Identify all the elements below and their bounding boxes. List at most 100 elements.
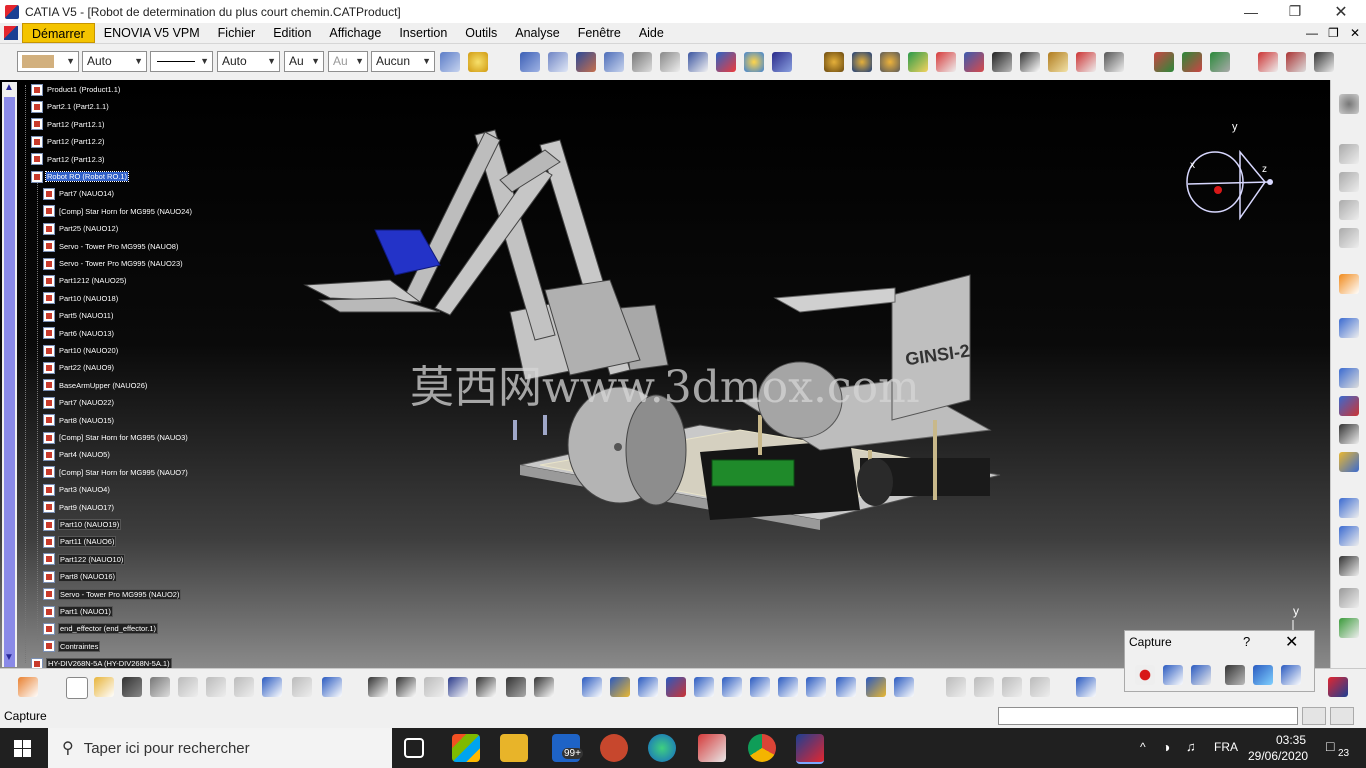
- catia-taskbar-icon[interactable]: [796, 734, 824, 764]
- list-icon[interactable]: [534, 677, 554, 697]
- formula-icon[interactable]: [368, 677, 388, 697]
- paste-special-icon[interactable]: [1030, 677, 1050, 697]
- minimize-button[interactable]: —: [1228, 0, 1274, 23]
- linetype-combo[interactable]: ▼: [150, 51, 213, 72]
- tree-node[interactable]: Part10 (NAUO18): [43, 291, 119, 306]
- open-folder-icon[interactable]: [94, 677, 114, 697]
- trace-icon[interactable]: [1020, 52, 1040, 72]
- tree-node[interactable]: Servo - Tower Pro MG995 (NAUO8): [43, 239, 179, 254]
- document-icon[interactable]: [4, 26, 18, 40]
- tree-node[interactable]: Part122 (NAUO10): [43, 552, 126, 567]
- pan-icon[interactable]: [638, 677, 658, 697]
- doc-minimize-button[interactable]: —: [1306, 26, 1318, 40]
- product-icon[interactable]: [548, 52, 568, 72]
- tree-node[interactable]: Part2.1 (Part2.1.1): [31, 99, 110, 114]
- workbench-icon[interactable]: [1076, 677, 1096, 697]
- redo-icon[interactable]: [292, 677, 312, 697]
- help-icon[interactable]: [322, 677, 342, 697]
- command-button-2[interactable]: [1330, 707, 1354, 725]
- tree-node[interactable]: Part8 (NAUO16): [43, 569, 118, 584]
- store-icon[interactable]: [452, 734, 480, 762]
- component-icon[interactable]: [576, 52, 596, 72]
- gear-icon[interactable]: [824, 52, 844, 72]
- tree-node[interactable]: Part7 (NAUO22): [43, 395, 115, 410]
- annotation-icon[interactable]: [1339, 556, 1359, 576]
- measure-icon[interactable]: [1104, 52, 1124, 72]
- table-icon[interactable]: [1258, 52, 1278, 72]
- tree-node[interactable]: Contraintes: [43, 639, 101, 654]
- tree-node[interactable]: Part7 (NAUO14): [43, 186, 115, 201]
- paste-icon[interactable]: [234, 677, 254, 697]
- simulation-icon[interactable]: [908, 52, 928, 72]
- menu-affichage[interactable]: Affichage: [320, 23, 390, 43]
- tree-node[interactable]: Part1212 (NAUO25): [43, 273, 128, 288]
- zoom-area-icon[interactable]: [1339, 424, 1359, 444]
- powerpoint-icon[interactable]: [600, 734, 628, 762]
- capture-close-button[interactable]: ✕: [1285, 632, 1298, 652]
- print-icon[interactable]: [150, 677, 170, 697]
- edge-icon[interactable]: [648, 734, 676, 762]
- tree-icon[interactable]: [476, 677, 496, 697]
- swap-space-icon[interactable]: [894, 677, 914, 697]
- render-icon[interactable]: [1339, 368, 1359, 388]
- file-explorer-icon[interactable]: [500, 734, 528, 762]
- menu-edition[interactable]: Edition: [264, 23, 320, 43]
- tree-node[interactable]: Part3 (NAUO4): [43, 482, 111, 497]
- volume-icon[interactable]: ♫: [1186, 739, 1196, 754]
- list-icon[interactable]: [1314, 52, 1334, 72]
- manipulate-icon[interactable]: [632, 52, 652, 72]
- select-icon[interactable]: [1339, 274, 1359, 294]
- command-input[interactable]: [998, 707, 1298, 725]
- tree-node[interactable]: Part11 (NAUO6): [43, 534, 117, 549]
- restore-button[interactable]: ❐: [1272, 0, 1318, 23]
- measure-icon[interactable]: [1339, 618, 1359, 638]
- menu-fichier[interactable]: Fichier: [209, 23, 265, 43]
- capture-icon[interactable]: [1225, 665, 1245, 685]
- windows-start-icon[interactable]: [14, 740, 32, 758]
- publish-icon[interactable]: [1154, 52, 1174, 72]
- taskbar-search[interactable]: ⚲ Taper ici pour rechercher: [48, 728, 392, 768]
- menu-insertion[interactable]: Insertion: [390, 23, 456, 43]
- angle-icon[interactable]: [1339, 498, 1359, 518]
- options-icon[interactable]: [1191, 665, 1211, 685]
- text-icon[interactable]: [1339, 526, 1359, 546]
- command-button[interactable]: [1302, 707, 1326, 725]
- tree-node[interactable]: Part25 (NAUO12): [43, 221, 119, 236]
- tree-node[interactable]: Part6 (NAUO13): [43, 326, 115, 341]
- tree-node[interactable]: Part10 (NAUO19): [43, 517, 122, 532]
- color-combo[interactable]: ▼: [17, 51, 79, 72]
- tree-node[interactable]: Part4 (NAUO5): [43, 447, 111, 462]
- copy-icon[interactable]: [206, 677, 226, 697]
- language-indicator[interactable]: FRA: [1214, 740, 1238, 754]
- gear-icon[interactable]: [1339, 94, 1359, 114]
- replay-icon[interactable]: [936, 52, 956, 72]
- multi-view-icon[interactable]: [778, 677, 798, 697]
- swept-volume-icon[interactable]: [992, 52, 1012, 72]
- capture-help-button[interactable]: ?: [1243, 634, 1250, 649]
- tree-node[interactable]: BaseArmUpper (NAUO26): [43, 378, 148, 393]
- undo-icon[interactable]: [262, 677, 282, 697]
- mechanism-icon[interactable]: [852, 52, 872, 72]
- view-icon[interactable]: [1339, 228, 1359, 248]
- zoom-out-icon[interactable]: [722, 677, 742, 697]
- task-view-icon[interactable]: [404, 738, 424, 758]
- transform-icon[interactable]: [946, 677, 966, 697]
- tree-node[interactable]: Servo - Tower Pro MG995 (NAUO23): [43, 256, 184, 271]
- snap-icon[interactable]: [660, 52, 680, 72]
- tree-node[interactable]: Part12 (Part12.2): [31, 134, 106, 149]
- menu-outils[interactable]: Outils: [456, 23, 506, 43]
- view-icon[interactable]: [1339, 144, 1359, 164]
- tree-node[interactable]: Part12 (Part12.1): [31, 117, 106, 132]
- import-icon[interactable]: [1182, 52, 1202, 72]
- tree-node[interactable]: Product1 (Product1.1): [31, 82, 121, 97]
- clock-date[interactable]: 29/06/2020: [1248, 749, 1308, 763]
- menu-aide[interactable]: Aide: [630, 23, 673, 43]
- thickness-combo[interactable]: Auto ▼: [217, 51, 280, 72]
- close-window-button[interactable]: ✕: [1318, 0, 1364, 23]
- record-icon[interactable]: [1135, 665, 1155, 685]
- tree-node[interactable]: Part22 (NAUO9): [43, 360, 115, 375]
- network-icon[interactable]: ◑: [1162, 739, 1170, 755]
- layer-combo[interactable]: Aucun ▼: [371, 51, 435, 72]
- zoom-in-icon[interactable]: [694, 677, 714, 697]
- view-icon[interactable]: [1339, 172, 1359, 192]
